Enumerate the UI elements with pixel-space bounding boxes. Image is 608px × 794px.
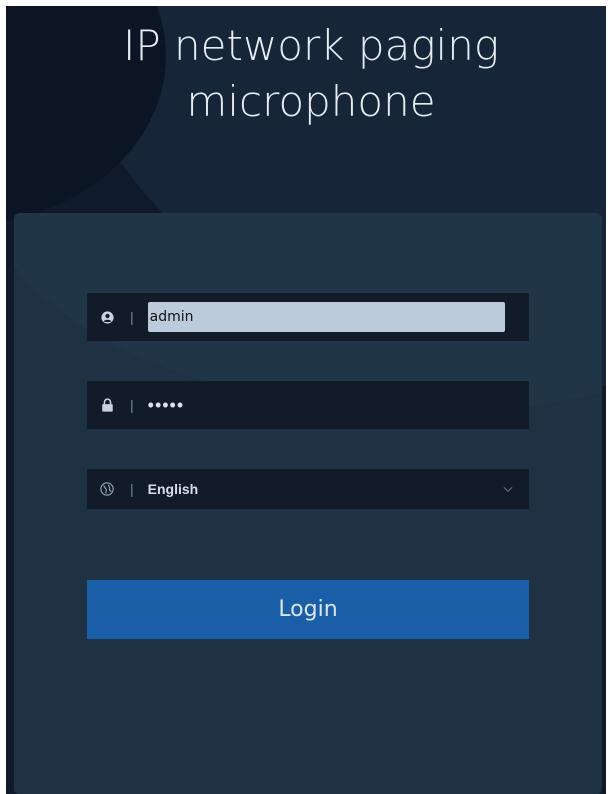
page-title: IP network paging microphone [6, 18, 606, 130]
username-input[interactable] [147, 302, 505, 332]
lock-icon [100, 398, 114, 412]
language-value: English [147, 481, 199, 497]
separator: | [130, 397, 134, 413]
username-field: | [87, 293, 529, 341]
title-line-1: IP network paging [122, 21, 500, 70]
password-field: | [87, 381, 529, 429]
login-page: IP network paging microphone | admin | •… [6, 6, 606, 794]
chevron-down-icon[interactable] [503, 484, 513, 494]
login-button[interactable]: Login [87, 580, 529, 639]
login-card: | | | English [14, 213, 602, 794]
user-icon [100, 310, 114, 324]
separator: | [130, 481, 134, 497]
title-line-2: microphone [186, 77, 436, 126]
password-input[interactable] [147, 390, 508, 420]
language-select[interactable]: | English [87, 469, 529, 509]
globe-icon [100, 482, 114, 496]
separator: | [130, 309, 134, 325]
